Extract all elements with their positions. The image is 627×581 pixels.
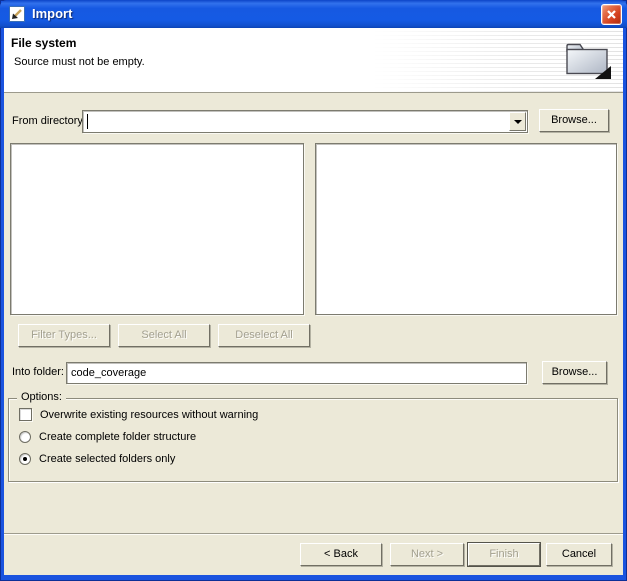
overwrite-option-row[interactable]: Overwrite existing resources without war… xyxy=(19,408,258,421)
finish-button[interactable]: Finish xyxy=(468,543,540,566)
from-directory-input[interactable] xyxy=(85,113,505,130)
options-group: Options: Overwrite existing resources wi… xyxy=(8,398,618,482)
banner-error-message: Source must not be empty. xyxy=(14,56,145,68)
into-folder-input[interactable] xyxy=(69,365,522,381)
folder-import-icon xyxy=(564,39,612,84)
select-all-button[interactable]: Select All xyxy=(118,324,210,347)
next-button[interactable]: Next > xyxy=(390,543,464,566)
dialog-body: File system Source must not be empty. xyxy=(4,28,623,575)
wizard-banner: File system Source must not be empty. xyxy=(4,28,623,93)
close-button[interactable] xyxy=(601,4,622,25)
import-arrow-glyph xyxy=(10,7,24,21)
back-button[interactable]: < Back xyxy=(300,543,382,566)
complete-structure-radio-label: Create complete folder structure xyxy=(39,431,196,443)
banner-title: File system xyxy=(11,36,76,50)
complete-structure-radio[interactable] xyxy=(19,431,31,443)
import-wizard-icon[interactable] xyxy=(9,6,25,22)
chevron-down-icon xyxy=(514,120,522,124)
from-directory-combo[interactable] xyxy=(82,110,528,133)
source-browse-button[interactable]: Browse... xyxy=(539,109,609,132)
title-bar[interactable]: Import xyxy=(0,0,627,28)
selected-folders-radio[interactable] xyxy=(19,453,31,465)
into-folder-label: Into folder: xyxy=(12,366,64,378)
deselect-all-button[interactable]: Deselect All xyxy=(218,324,310,347)
complete-structure-option-row[interactable]: Create complete folder structure xyxy=(19,431,196,443)
filter-types-button[interactable]: Filter Types... xyxy=(18,324,110,347)
file-list-panel[interactable] xyxy=(315,143,617,315)
overwrite-checkbox[interactable] xyxy=(19,408,32,421)
folder-tree-panel[interactable] xyxy=(10,143,304,315)
options-group-legend: Options: xyxy=(17,391,66,403)
selected-folders-radio-label: Create selected folders only xyxy=(39,453,175,465)
cancel-button[interactable]: Cancel xyxy=(546,543,612,566)
import-dialog-window: Import File system Source must not be em… xyxy=(0,0,627,581)
footer-separator xyxy=(4,533,623,534)
overwrite-checkbox-label: Overwrite existing resources without war… xyxy=(40,409,258,421)
combo-dropdown-button[interactable] xyxy=(509,112,526,131)
close-icon xyxy=(606,9,617,20)
text-caret xyxy=(87,114,88,129)
selected-folders-option-row[interactable]: Create selected folders only xyxy=(19,453,175,465)
into-folder-field[interactable] xyxy=(66,362,527,384)
destination-browse-button[interactable]: Browse... xyxy=(542,361,607,384)
window-title: Import xyxy=(32,6,72,21)
from-directory-label: From directory: xyxy=(12,115,86,127)
